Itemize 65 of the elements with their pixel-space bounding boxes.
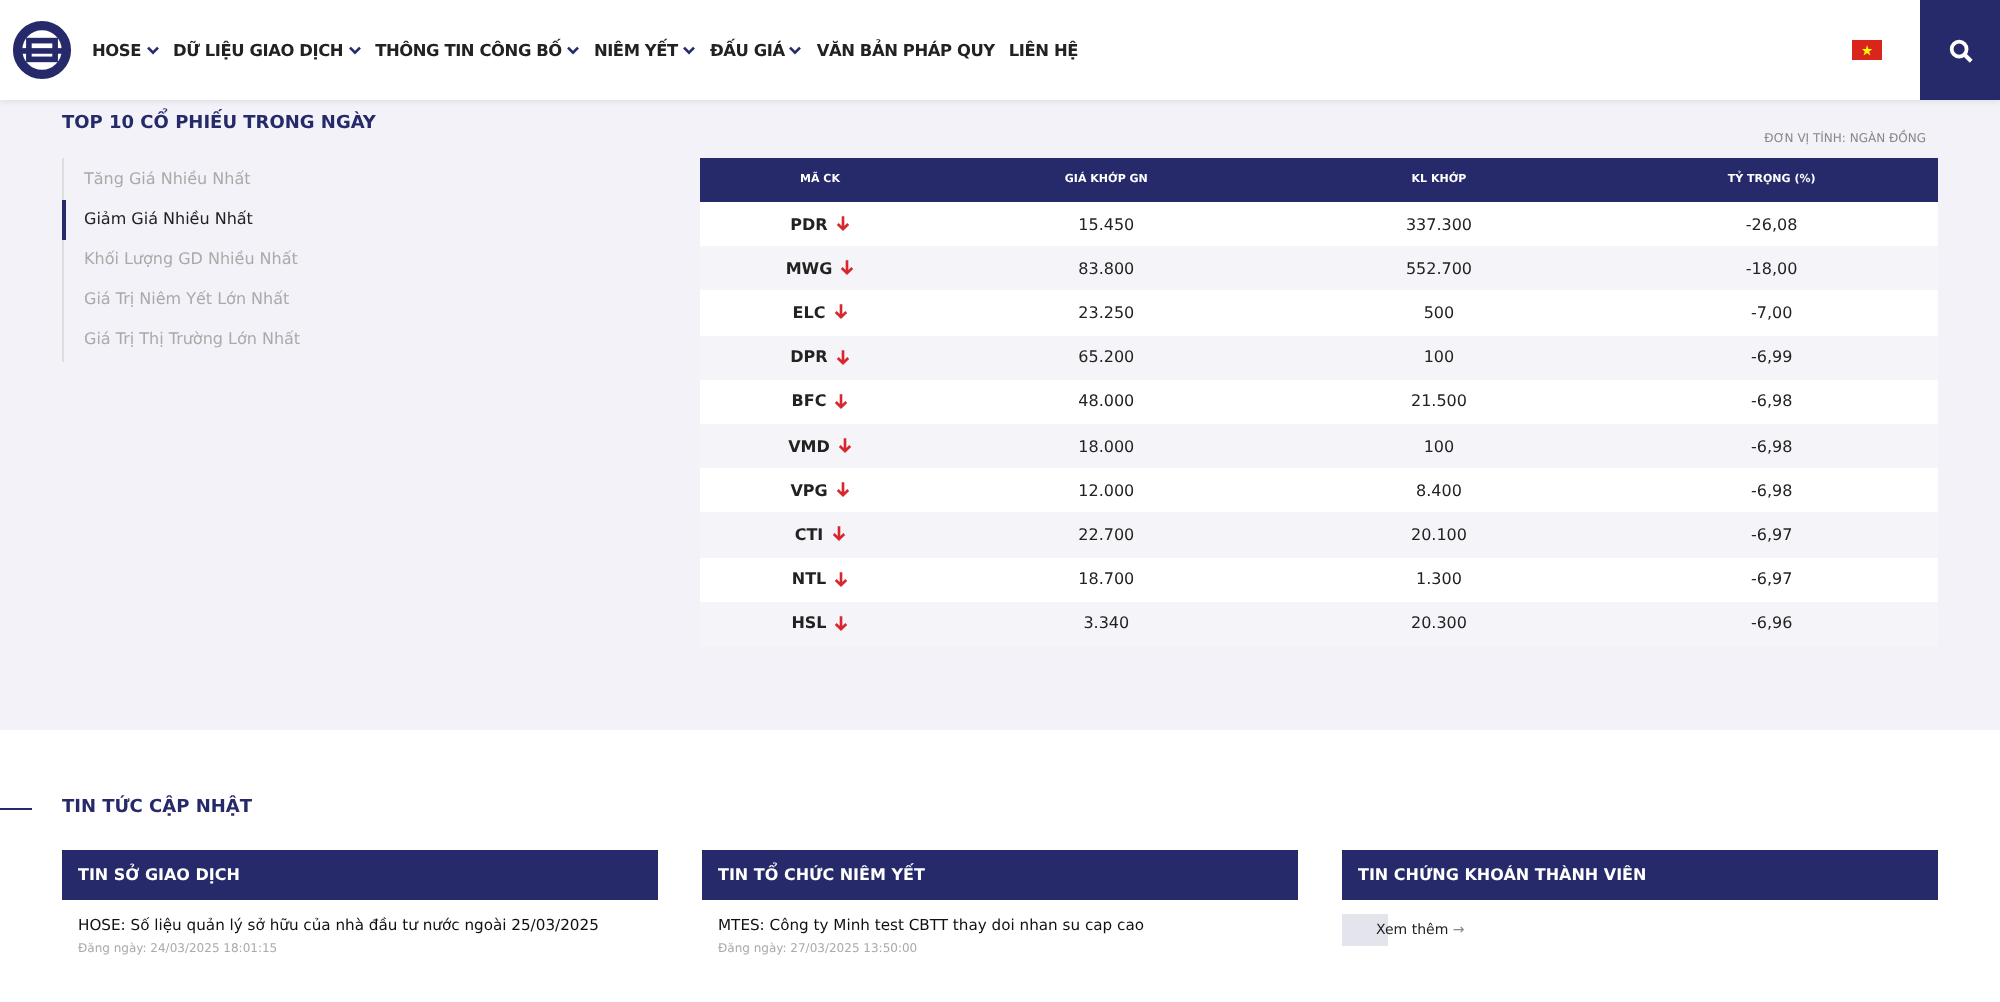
down-arrow-icon bbox=[834, 393, 849, 410]
stock-code: MWG bbox=[785, 259, 833, 278]
table-cell-text: -6,97 bbox=[1748, 525, 1795, 544]
table-cell-text: 12.000 bbox=[1076, 481, 1137, 500]
card-header: TIN CHỨNG KHOÁN THÀNH VIÊN bbox=[1342, 850, 1938, 900]
table-cell-text: 100 bbox=[1421, 348, 1457, 367]
stock-code: CTI bbox=[794, 525, 824, 544]
stock-code: DPR bbox=[790, 348, 828, 367]
down-arrow-icon bbox=[834, 571, 849, 588]
table-cell-text: 100 bbox=[1421, 437, 1457, 456]
table-cell-text: 8.400 bbox=[1414, 481, 1464, 500]
nav-link[interactable]: LIÊN HỆ bbox=[1008, 40, 1078, 60]
stock-code: NTL bbox=[791, 570, 827, 589]
down-arrow-icon bbox=[837, 438, 852, 455]
down-arrow-icon bbox=[831, 526, 846, 543]
down-arrow-icon bbox=[835, 482, 850, 499]
table-cell-text: 337.300 bbox=[1403, 215, 1475, 234]
stock-code: PDR bbox=[790, 215, 828, 234]
nav-link[interactable]: NIÊM YẾT bbox=[593, 40, 696, 60]
table-cell-text: 20.100 bbox=[1408, 525, 1469, 544]
down-arrow-icon bbox=[835, 216, 850, 233]
nav-link[interactable]: DỮ LIỆU GIAO DỊCH bbox=[173, 40, 362, 60]
table-cell-text: -18,00 bbox=[1743, 259, 1800, 278]
down-arrow-icon bbox=[835, 349, 850, 366]
table-cell-text: -6,98 bbox=[1748, 437, 1795, 456]
logo-icon[interactable] bbox=[12, 20, 72, 80]
card-header: TIN TỔ CHỨC NIÊM YẾT bbox=[702, 850, 1298, 900]
nav-link[interactable]: ĐẤU GIÁ bbox=[709, 40, 803, 60]
table-cell-text: -6,98 bbox=[1748, 392, 1795, 411]
section-title: TIN TỨC CẬP NHẬT bbox=[62, 798, 253, 818]
card-header: TIN SỞ GIAO DỊCH bbox=[62, 850, 658, 900]
table-cell-text: 22.700 bbox=[1076, 525, 1137, 544]
stock-code: ELC bbox=[792, 303, 826, 322]
table-cell-text: 65.200 bbox=[1076, 348, 1137, 367]
down-arrow-icon bbox=[834, 615, 849, 632]
search-button[interactable] bbox=[1920, 0, 2000, 100]
down-arrow-icon bbox=[840, 260, 855, 277]
table-cell-text: -6,97 bbox=[1748, 570, 1795, 589]
flag-icon[interactable] bbox=[1852, 40, 1882, 60]
table-cell-text: 15.450 bbox=[1076, 215, 1137, 234]
table-cell-text: 23.250 bbox=[1076, 303, 1137, 322]
table-cell-text: 552.700 bbox=[1403, 259, 1475, 278]
table-cell-text: -26,08 bbox=[1743, 215, 1800, 234]
table-cell-text: -6,99 bbox=[1748, 348, 1795, 367]
nav-link[interactable]: THÔNG TIN CÔNG BỐ bbox=[375, 40, 580, 60]
nav-link[interactable]: HOSE bbox=[92, 40, 160, 60]
stock-code: VPG bbox=[790, 481, 828, 500]
stock-code: BFC bbox=[791, 392, 827, 411]
table-cell-text: -6,96 bbox=[1748, 614, 1795, 633]
table-cell-text: 83.800 bbox=[1076, 259, 1137, 278]
table-cell-text: 3.340 bbox=[1081, 614, 1132, 633]
table-cell-text: 18.000 bbox=[1076, 437, 1137, 456]
table-cell-text: 1.300 bbox=[1414, 570, 1464, 589]
search-icon bbox=[1947, 37, 1973, 63]
nav-link[interactable]: VĂN BẢN PHÁP QUY bbox=[816, 40, 995, 60]
table-cell-text: -6,98 bbox=[1748, 481, 1795, 500]
down-arrow-icon bbox=[833, 304, 848, 321]
table-cell-text: 48.000 bbox=[1076, 392, 1137, 411]
table-cell-text: -7,00 bbox=[1748, 303, 1795, 322]
stock-code: HSL bbox=[791, 614, 827, 633]
table-cell-text: 21.500 bbox=[1408, 392, 1469, 411]
table-cell-text: 500 bbox=[1421, 303, 1457, 322]
table-cell-text: 18.700 bbox=[1076, 570, 1137, 589]
stock-code: VMD bbox=[788, 437, 830, 456]
table-cell-text: 20.300 bbox=[1408, 614, 1469, 633]
